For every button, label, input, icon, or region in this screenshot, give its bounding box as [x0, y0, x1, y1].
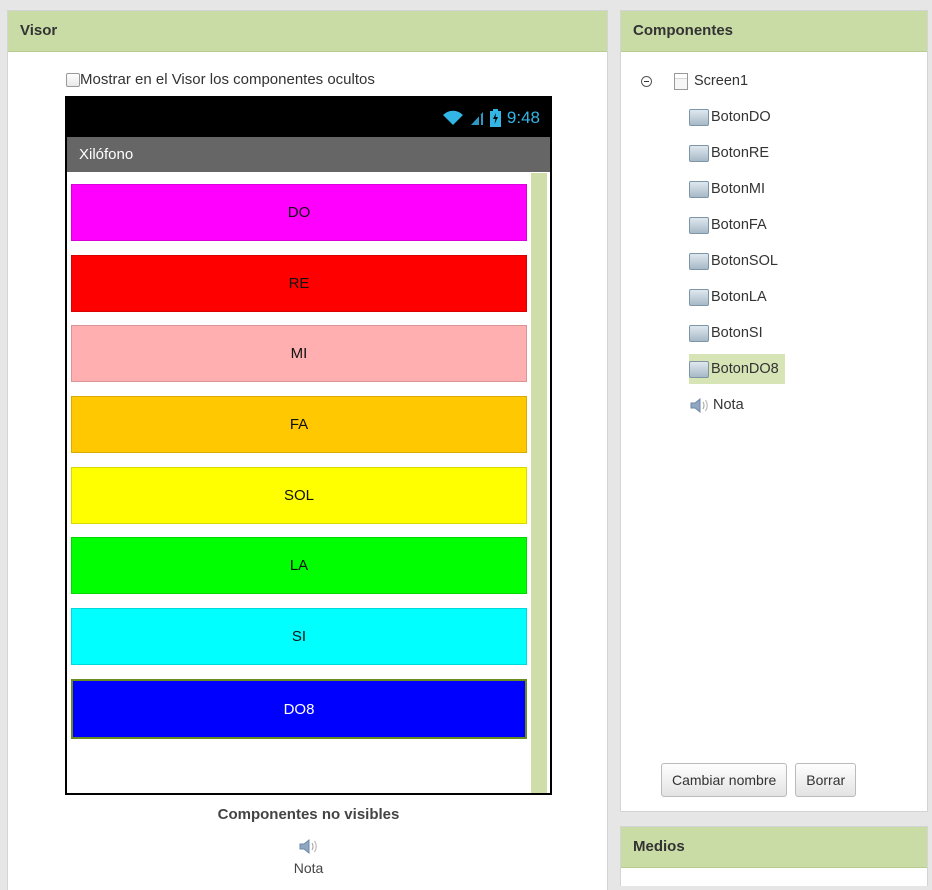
note-button-label: SOL: [283, 487, 314, 504]
speaker-icon: [690, 397, 708, 413]
tree-item-label: Screen1: [694, 73, 749, 89]
tree-item-label: BotonFA: [711, 217, 767, 233]
tree-item-label: BotonDO8: [711, 361, 779, 377]
app-title-bar: Xilófono: [67, 137, 550, 172]
note-button-label: DO8: [283, 700, 315, 718]
tree-item-botondo[interactable]: BotonDO: [689, 102, 771, 132]
button-icon: [689, 324, 709, 342]
collapse-icon[interactable]: [641, 75, 652, 87]
tree-item-botonfa[interactable]: BotonFA: [689, 210, 767, 240]
tree-item-botonla[interactable]: BotonLA: [689, 282, 767, 312]
button-icon: [689, 360, 709, 378]
visor-panel: Visor Mostrar en el Visor los componente…: [7, 10, 608, 890]
note-button-la[interactable]: LA: [71, 537, 527, 594]
tree-item-label: BotonSOL: [711, 253, 778, 269]
delete-button[interactable]: Borrar: [795, 763, 857, 797]
phone-preview: 9:48 Xilófono DO RE MI FA SOL LA SI DO8: [65, 96, 552, 795]
note-button-label: LA: [289, 557, 309, 574]
signal-icon: [470, 111, 483, 125]
tree-item-botonsi[interactable]: BotonSI: [689, 318, 763, 348]
tree-item-label: BotonDO: [711, 109, 771, 125]
tree-item-label: BotonSI: [711, 325, 763, 341]
note-button-si[interactable]: SI: [71, 608, 527, 665]
button-icon: [689, 252, 709, 270]
button-icon: [689, 180, 709, 198]
show-hidden-checkbox[interactable]: [66, 72, 80, 87]
note-button-label: SI: [291, 628, 307, 645]
tree-item-label: BotonRE: [711, 145, 770, 161]
wifi-icon: [442, 110, 463, 125]
component-actions: Cambiar nombre Borrar: [661, 763, 857, 797]
note-button-re[interactable]: RE: [71, 255, 527, 312]
battery-icon: [489, 108, 501, 127]
button-icon: [689, 216, 709, 234]
note-button-sol[interactable]: SOL: [71, 467, 527, 524]
tree-item-label: Nota: [713, 397, 744, 413]
tree-item-label: BotonMI: [711, 181, 765, 197]
note-button-label: FA: [289, 416, 309, 433]
note-button-fa[interactable]: FA: [71, 396, 527, 453]
button-icon: [689, 144, 709, 162]
note-button-do[interactable]: DO: [71, 184, 527, 241]
rename-button[interactable]: Cambiar nombre: [661, 763, 788, 797]
nonvisible-components-title: Componentes no visibles: [217, 806, 400, 823]
screen-icon: [674, 72, 688, 90]
visor-header: Visor: [8, 11, 607, 52]
phone-scrollbar[interactable]: [531, 173, 547, 793]
tree-item-nota[interactable]: Nota: [689, 390, 744, 420]
components-header: Componentes: [621, 11, 927, 52]
status-bar: 9:48: [67, 98, 550, 137]
show-hidden-label: Mostrar en el Visor los componentes ocul…: [80, 71, 375, 88]
media-panel: Medios: [620, 826, 928, 886]
components-panel: Componentes Screen1 BotonDO BotonRE BotonM…: [620, 10, 928, 812]
nonvisible-component-nota[interactable]: Nota: [8, 838, 609, 876]
note-button-label: RE: [288, 275, 310, 292]
tree-item-label: BotonLA: [711, 289, 767, 305]
note-button-label: MI: [290, 345, 308, 362]
tree-item-botonsol[interactable]: BotonSOL: [689, 246, 778, 276]
status-time: 9:48: [506, 107, 540, 127]
show-hidden-components-toggle[interactable]: Mostrar en el Visor los componentes ocul…: [66, 71, 375, 88]
speaker-icon: [299, 838, 317, 855]
tree-item-botondo8[interactable]: BotonDO8: [689, 354, 785, 384]
media-header: Medios: [621, 827, 927, 868]
button-icon: [689, 288, 709, 306]
note-button-mi[interactable]: MI: [71, 325, 527, 382]
tree-item-screen1[interactable]: Screen1: [641, 66, 748, 96]
nonvisible-component-label: Nota: [293, 860, 324, 876]
tree-item-botonre[interactable]: BotonRE: [689, 138, 769, 168]
note-button-do8[interactable]: DO8: [71, 679, 527, 739]
button-icon: [689, 108, 709, 126]
tree-item-botonmi[interactable]: BotonMI: [689, 174, 765, 204]
note-button-label: DO: [287, 204, 311, 221]
